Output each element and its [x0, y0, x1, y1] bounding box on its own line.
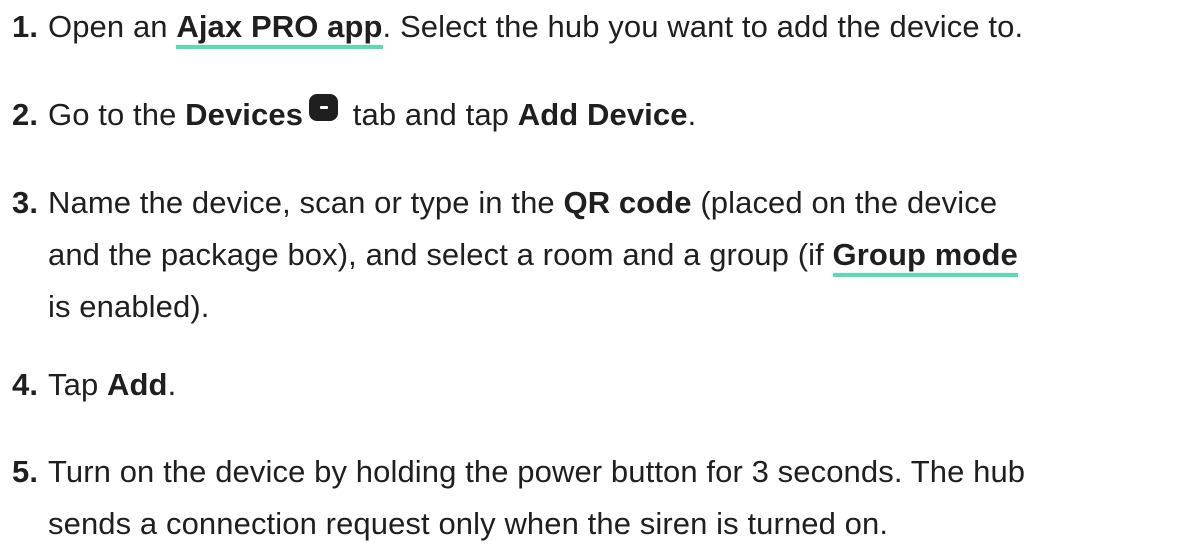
step-line: Name the device, scan or type in the QR … — [48, 177, 1159, 229]
step-4: 4. Tap Add. — [6, 359, 1159, 411]
step-text: Go to the — [48, 97, 186, 132]
step-text: sends a connection request only when the… — [48, 506, 889, 541]
step-line: Go to the Devices tab and tap Add Device… — [48, 89, 1159, 141]
step-text: (placed on the device — [691, 185, 998, 220]
step-text: . — [167, 367, 177, 402]
step-text: Name the device, scan or type in the — [48, 185, 564, 220]
step-line: Open an Ajax PRO app. Select the hub you… — [48, 1, 1159, 53]
step-number: 2. — [12, 97, 39, 132]
step-text: and the package box), and select a room … — [48, 237, 833, 272]
step-line: and the package box), and select a room … — [48, 229, 1159, 281]
step-number: 3. — [12, 185, 39, 220]
group-mode-link[interactable]: Group mode — [832, 237, 1018, 277]
step-text: . — [687, 97, 697, 132]
add-label: Add — [107, 367, 168, 402]
step-text: Tap — [48, 367, 107, 402]
devices-tab-icon — [309, 94, 339, 121]
step-number: 4. — [12, 367, 39, 402]
step-number: 1. — [12, 9, 39, 44]
devices-label: Devices — [185, 97, 304, 132]
ajax-pro-app-link[interactable]: Ajax PRO app — [176, 9, 383, 49]
step-1: 1. Open an Ajax PRO app. Select the hub … — [6, 1, 1159, 53]
step-number: 5. — [12, 454, 39, 489]
instruction-steps: 1. Open an Ajax PRO app. Select the hub … — [0, 0, 1179, 546]
step-text: Turn on the device by holding the power … — [48, 454, 1026, 489]
step-2: 2. Go to the Devices tab and tap Add Dev… — [6, 89, 1159, 141]
step-line: Tap Add. — [48, 359, 1159, 411]
step-text: Open an — [48, 9, 177, 44]
step-line: sends a connection request only when the… — [48, 498, 1159, 550]
step-text: is enabled). — [48, 289, 210, 324]
step-text: . Select the hub you want to add the dev… — [382, 9, 1024, 44]
step-text: tab and tap — [344, 97, 518, 132]
add-device-label: Add Device — [517, 97, 688, 132]
step-line: Turn on the device by holding the power … — [48, 446, 1159, 498]
step-3: 3. Name the device, scan or type in the … — [6, 177, 1159, 333]
qr-code-label: QR code — [563, 185, 692, 220]
step-5: 5. Turn on the device by holding the pow… — [6, 446, 1159, 550]
step-line: is enabled). — [48, 281, 1159, 333]
